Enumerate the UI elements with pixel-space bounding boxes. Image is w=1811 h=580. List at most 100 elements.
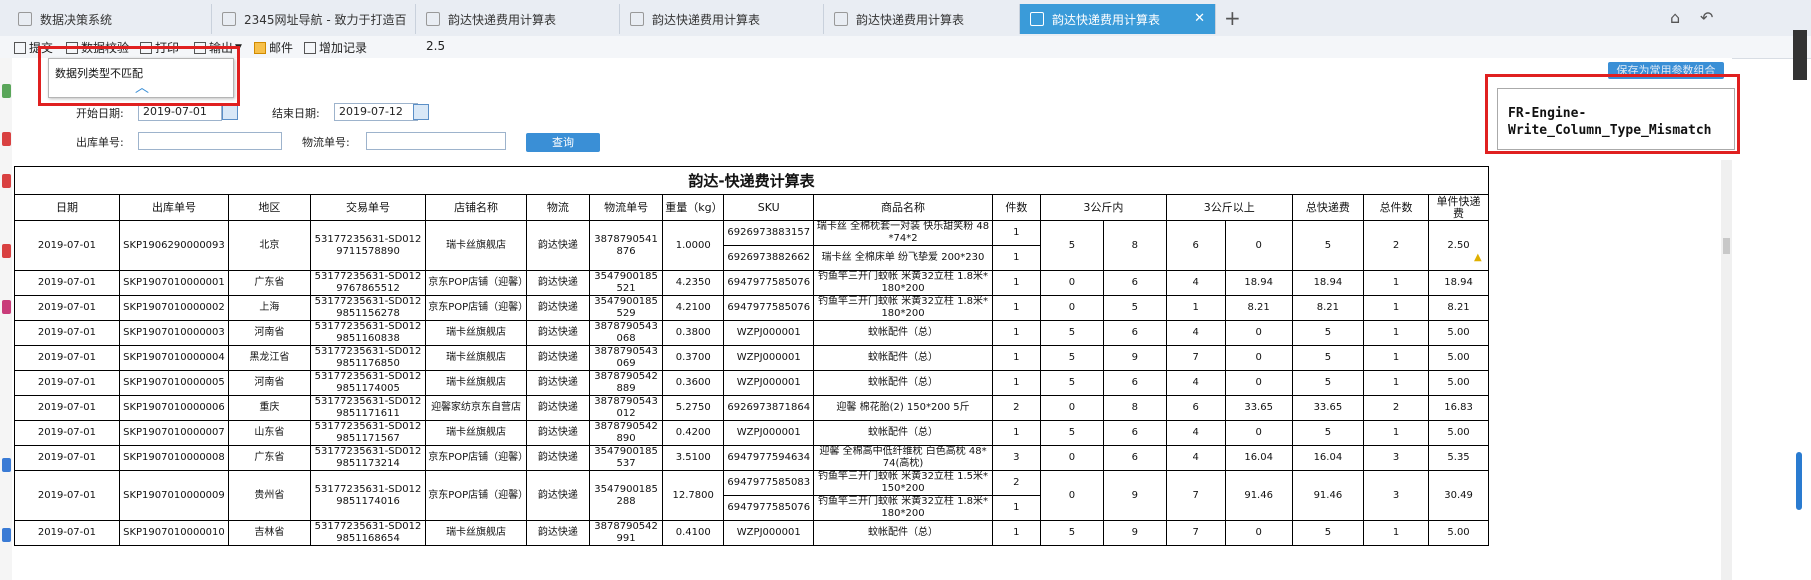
cell-qty: 2 (991, 395, 1041, 421)
version-text: 2.5 (426, 39, 446, 53)
cell-weight: 0.3700 (662, 345, 725, 371)
tab-yunda-3[interactable]: 韵达快递费用计算表 (824, 4, 1020, 34)
cell-weight: 3.5100 (662, 445, 725, 471)
cell-c1: 5 (1039, 220, 1104, 271)
cell-unit: 8.21 (1428, 295, 1489, 321)
cell-c2: 6 (1102, 370, 1167, 396)
cell-c2: 9 (1102, 345, 1167, 371)
cell-name: 迎馨 全棉高中低纤维枕 白色高枕 48*74(高枕) (813, 445, 993, 471)
vertical-scrollbar[interactable] (1721, 160, 1732, 580)
start-date-label: 开始日期: (76, 107, 124, 120)
mail-label: 邮件 (269, 41, 294, 55)
cell-sku: WZPJ000001 (723, 370, 815, 396)
cell-c2: 6 (1102, 420, 1167, 446)
cell-count: 1 (1363, 270, 1430, 296)
cell-c1: 0 (1039, 295, 1104, 321)
cell-c1: 5 (1039, 320, 1104, 346)
cell-region: 黑龙江省 (228, 345, 311, 371)
side-app-icon[interactable] (2, 84, 11, 98)
cell-date: 2019-07-01 (14, 420, 120, 446)
table-row: 2019-07-01 SKP1907010000008 广东省 53177235631… (14, 445, 1489, 471)
cell-sku: WZPJ000001 (723, 320, 815, 346)
logistics-no-label: 物流单号: (302, 136, 350, 149)
undo-icon[interactable]: ↶ (1700, 8, 1713, 27)
add-record-button[interactable]: 增加记录 (304, 39, 367, 56)
cell-count: 1 (1363, 345, 1430, 371)
side-app-icon[interactable] (2, 458, 11, 472)
cell-c2: 9 (1102, 470, 1167, 521)
cell-trade_no: 53177235631-SD0129851171567 (309, 420, 427, 446)
cell-weight: 0.3600 (662, 370, 725, 396)
cell-logistics: 韵达快递 (525, 420, 590, 446)
cell-c4: 16.04 (1224, 445, 1293, 471)
cell-c2: 8 (1102, 220, 1167, 271)
report-title: 韵达-快递费计算表 (14, 166, 1489, 194)
tab-decision-system[interactable]: 数据决策系统 (8, 4, 212, 34)
tab-yunda-1[interactable]: 韵达快递费用计算表 (416, 4, 620, 34)
cell-sku: 6947977585076 (723, 495, 815, 521)
cell-name: 瑞卡丝 全棉床单 纷飞挚爱 200*230 (813, 245, 993, 271)
cell-region: 北京 (228, 220, 311, 271)
submit-icon (14, 41, 26, 54)
new-tab-icon[interactable]: + (1224, 6, 1241, 30)
cell-out_no: SKP1907010000008 (118, 445, 230, 471)
cell-c4: 0 (1224, 345, 1293, 371)
cell-total: 5 (1291, 420, 1365, 446)
cell-shop: 瑞卡丝旗舰店 (425, 220, 527, 271)
tab-label: 韵达快递费用计算表 (652, 12, 761, 27)
cell-tracking: 3878790543069 (588, 345, 664, 371)
tab-2345-nav[interactable]: 2345网址导航 - 致力于打造百 (212, 4, 416, 34)
column-header: 3公斤内 (1039, 194, 1167, 221)
column-header: 商品名称 (813, 194, 993, 221)
mail-button[interactable]: 邮件 (254, 39, 293, 56)
column-header: 地区 (228, 194, 311, 221)
end-date-input[interactable]: 2019-07-12 (334, 103, 418, 121)
cell-qty: 1 (991, 495, 1041, 521)
page-icon (222, 12, 236, 26)
cell-shop: 瑞卡丝旗舰店 (425, 420, 527, 446)
home-icon[interactable]: ⌂ (1670, 8, 1680, 27)
table-row: 2019-07-01 SKP1907010000003 河南省 53177235631… (14, 320, 1489, 346)
cell-shop: 迎馨家纺京东自营店 (425, 395, 527, 421)
page-icon (18, 12, 32, 26)
cell-date: 2019-07-01 (14, 520, 120, 546)
cell-out_no: SKP1907010000003 (118, 320, 230, 346)
side-app-icon[interactable] (2, 132, 11, 146)
cell-unit: 5.00 (1428, 420, 1489, 446)
cell-name: 钓鱼竿三开门蚊帐 米黄32立柱 1.8米*180*200 (813, 495, 993, 521)
cell-sku: WZPJ000001 (723, 345, 815, 371)
side-app-icon[interactable] (2, 174, 11, 188)
highlight-box (38, 46, 240, 106)
cell-unit: 5.00 (1428, 345, 1489, 371)
query-button[interactable]: 查询 (526, 133, 600, 152)
tab-yunda-active[interactable]: 韵达快递费用计算表 ✕ (1020, 4, 1216, 34)
cell-region: 贵州省 (228, 470, 311, 521)
cell-out_no: SKP1907010000006 (118, 395, 230, 421)
logistics-no-input[interactable] (366, 132, 506, 150)
side-app-icon[interactable] (2, 300, 11, 314)
cell-region: 广东省 (228, 270, 311, 296)
cell-logistics: 韵达快递 (525, 395, 590, 421)
out-no-label: 出库单号: (76, 136, 124, 149)
warning-icon: ▲ (1474, 252, 1482, 263)
right-dock-handle[interactable] (1793, 30, 1807, 80)
cell-tracking: 3878790541876 (588, 220, 664, 271)
calendar-icon[interactable] (222, 104, 238, 120)
cell-c3: 7 (1165, 470, 1226, 521)
tab-yunda-2[interactable]: 韵达快递费用计算表 (620, 4, 824, 34)
side-app-icon[interactable] (2, 244, 11, 258)
cell-shop: 京东POP店铺（迎馨） (425, 295, 527, 321)
right-dock-slider[interactable] (1796, 452, 1802, 510)
cell-total: 5 (1291, 220, 1365, 271)
cell-c3: 4 (1165, 320, 1226, 346)
calendar-icon[interactable] (413, 104, 429, 120)
side-app-icon[interactable] (2, 528, 11, 542)
scrollbar-thumb[interactable] (1723, 238, 1730, 254)
column-header: 总快递费 (1291, 194, 1365, 221)
page-icon (630, 12, 644, 26)
report-table: 日期 出库单号 地区 交易单号 店铺名称 物流 物流单号 重量（kg） SKU 商品名称 件数 3公斤… (14, 194, 1489, 546)
cell-qty: 1 (991, 520, 1041, 546)
out-no-input[interactable] (138, 132, 282, 150)
close-tab-icon[interactable]: ✕ (1194, 11, 1205, 26)
cell-name: 瑞卡丝 全棉枕套一对装 快乐甜笑粉 48*74*2 (813, 220, 993, 246)
